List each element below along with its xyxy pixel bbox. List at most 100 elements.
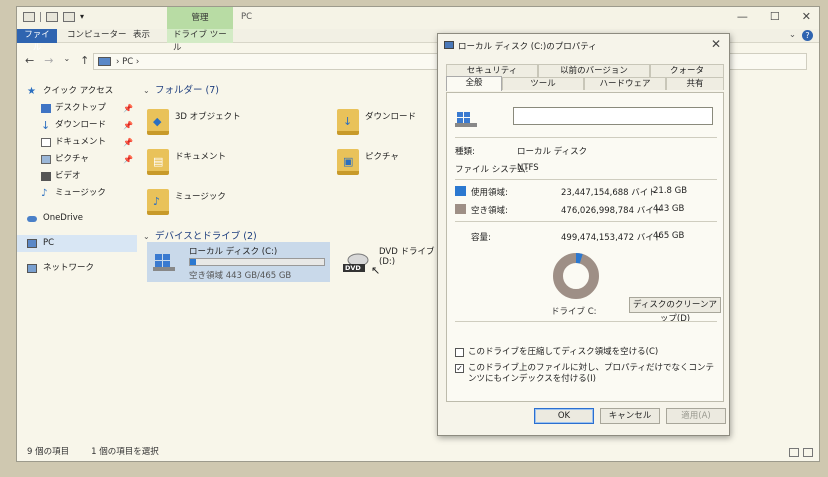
disk-cleanup-button[interactable]: ディスクのクリーンアップ(D) — [629, 297, 721, 324]
drive-name: DVD ドライブ (D:) — [379, 247, 435, 267]
music-icon: ♪ — [41, 188, 48, 199]
type-value: ローカル ディスク — [517, 147, 588, 157]
drive-usage-fill — [190, 259, 197, 265]
used-space-gb: 21.8 GB — [653, 186, 688, 196]
free-space-gb: 443 GB — [653, 204, 685, 214]
pin-icon[interactable]: 📌 — [123, 134, 133, 151]
nav-label: PC — [43, 238, 55, 248]
nav-music[interactable]: ♪ ミュージック — [17, 185, 137, 202]
capacity-row: 容量: 499,474,153,472 バイト 465 GB — [455, 231, 717, 243]
nav-onedrive[interactable]: OneDrive — [17, 210, 137, 227]
pin-icon[interactable]: 📌 — [123, 117, 133, 134]
nav-videos[interactable]: ビデオ — [17, 168, 137, 185]
nav-label: ドキュメント — [55, 137, 107, 147]
drive-dvd-tile[interactable]: DVD DVD ドライブ (D:) ↖ — [337, 242, 437, 282]
drive-free-space: 空き領域 443 GB/465 GB — [189, 271, 292, 281]
index-label: このドライブ上のファイルに対し、プロパティだけでなくコンテンツにもインデックスを… — [468, 363, 714, 384]
address-pc[interactable]: PC — [122, 57, 133, 67]
pc-icon — [98, 57, 111, 66]
windows-drive-icon — [455, 111, 477, 127]
nav-label: クイック アクセス — [43, 86, 114, 96]
help-icon[interactable]: ? — [802, 30, 813, 41]
nav-pictures[interactable]: ピクチャ 📌 — [17, 151, 137, 168]
nav-quick-access[interactable]: ★ クイック アクセス — [17, 83, 137, 100]
used-space-swatch — [455, 186, 466, 196]
maximize-icon[interactable]: ☐ — [770, 10, 780, 23]
back-arrow-icon[interactable]: ← — [25, 54, 34, 67]
free-space-row: 空き領域: 476,026,998,784 バイト 443 GB — [455, 204, 717, 216]
group-title: フォルダー (7) — [155, 85, 219, 96]
pin-icon[interactable]: 📌 — [123, 100, 133, 117]
nav-label: ビデオ — [55, 171, 81, 181]
tab-sharing[interactable]: 共有 — [666, 77, 724, 90]
general-tab-panel: 種類: ローカル ディスク ファイル システム: NTFS 使用領域: 23,4… — [446, 92, 724, 402]
tab-file[interactable]: ファイル — [17, 29, 57, 53]
close-icon[interactable]: ✕ — [802, 10, 811, 23]
properties-dialog: ローカル ディスク (C:)のプロパティ ✕ セキュリティ 以前のバージョン ク… — [437, 33, 730, 436]
nav-desktop[interactable]: デスクトップ 📌 — [17, 100, 137, 117]
volume-label-input[interactable] — [513, 107, 713, 125]
folder-name: ドキュメント — [175, 152, 227, 162]
drive-letter-label: ドライブ C: — [551, 307, 597, 317]
windows-drive-icon — [153, 252, 175, 272]
manage-context-tab[interactable]: 管理 — [167, 7, 233, 29]
ok-button[interactable]: OK — [534, 408, 594, 424]
tab-computer[interactable]: コンピューター — [61, 29, 133, 43]
nav-label: デスクトップ — [55, 103, 107, 113]
nav-documents[interactable]: ドキュメント 📌 — [17, 134, 137, 151]
apply-button[interactable]: 適用(A) — [666, 408, 726, 424]
minimize-icon[interactable]: — — [737, 10, 748, 23]
used-space-row: 使用領域: 23,447,154,688 バイト 21.8 GB — [455, 186, 717, 198]
dvd-badge: DVD — [345, 264, 361, 272]
nav-label: ピクチャ — [55, 154, 89, 164]
folder-name: ミュージック — [175, 192, 226, 202]
large-icons-view-icon[interactable] — [803, 448, 813, 457]
folder-3d-objects[interactable]: ◆ 3D オブジェクト — [141, 105, 251, 141]
folder-music[interactable]: ♪ ミュージック — [141, 185, 251, 221]
folder-documents[interactable]: ▤ ドキュメント — [141, 145, 251, 181]
content-area: ⌄ フォルダー (7) ◆ 3D オブジェクト ↓ ダウンロード ▤ ドキュメン… — [141, 83, 441, 242]
free-space-label: 空き領域: — [471, 206, 508, 216]
properties-icon[interactable] — [46, 12, 58, 22]
folder-downloads[interactable]: ↓ ダウンロード — [331, 105, 441, 141]
nav-pc[interactable]: PC — [17, 235, 137, 252]
chevron-down-icon: ⌄ — [143, 86, 150, 95]
donut-free-segment — [553, 253, 599, 299]
chevron-down-icon[interactable]: ▾ — [80, 12, 88, 22]
tab-drive-tools[interactable]: ドライブ ツール — [167, 29, 233, 53]
dialog-title-bar: ローカル ディスク (C:)のプロパティ ✕ — [438, 34, 729, 56]
pin-icon[interactable]: 📌 — [123, 151, 133, 168]
cube-icon: ◆ — [147, 109, 169, 135]
filesystem-value: NTFS — [517, 163, 539, 173]
tab-previous-versions[interactable]: 以前のバージョン — [538, 64, 650, 77]
compress-checkbox[interactable] — [455, 348, 464, 357]
quick-access-toolbar: ▾ — [23, 12, 88, 22]
close-icon[interactable]: ✕ — [711, 37, 721, 51]
nav-network[interactable]: ネットワーク — [17, 260, 137, 277]
tab-hardware[interactable]: ハードウェア — [584, 77, 666, 90]
tab-view[interactable]: 表示 — [127, 29, 156, 43]
tab-tools[interactable]: ツール — [502, 77, 584, 90]
folders-group-header[interactable]: ⌄ フォルダー (7) — [141, 83, 441, 99]
divider — [455, 179, 717, 180]
nav-downloads[interactable]: ↓ ダウンロード 📌 — [17, 117, 137, 134]
nav-label: ミュージック — [55, 188, 106, 198]
folder-pictures[interactable]: ▣ ピクチャ — [331, 145, 441, 181]
cancel-button[interactable]: キャンセル — [600, 408, 660, 424]
drive-c-tile[interactable]: ローカル ディスク (C:) 空き領域 443 GB/465 GB — [147, 242, 330, 282]
tab-quota[interactable]: クォータ — [650, 64, 724, 77]
tab-row-front: 全般 ツール ハードウェア 共有 — [446, 76, 724, 91]
recent-locations-icon[interactable]: ⌄ — [63, 54, 70, 67]
forward-arrow-icon[interactable]: → — [44, 54, 53, 67]
new-folder-icon[interactable] — [63, 12, 75, 22]
view-toggle — [789, 448, 813, 457]
tab-general[interactable]: 全般 — [446, 76, 502, 91]
expand-ribbon-icon[interactable]: ⌄ — [789, 29, 796, 42]
details-view-icon[interactable] — [789, 448, 799, 457]
download-folder-icon: ↓ — [337, 109, 359, 135]
folder-name: ダウンロード — [365, 112, 417, 122]
nav-label: OneDrive — [43, 213, 83, 223]
navigation-buttons: ← → ⌄ ↑ — [25, 54, 89, 67]
index-checkbox[interactable]: ✓ — [455, 364, 464, 373]
up-arrow-icon[interactable]: ↑ — [80, 54, 89, 67]
